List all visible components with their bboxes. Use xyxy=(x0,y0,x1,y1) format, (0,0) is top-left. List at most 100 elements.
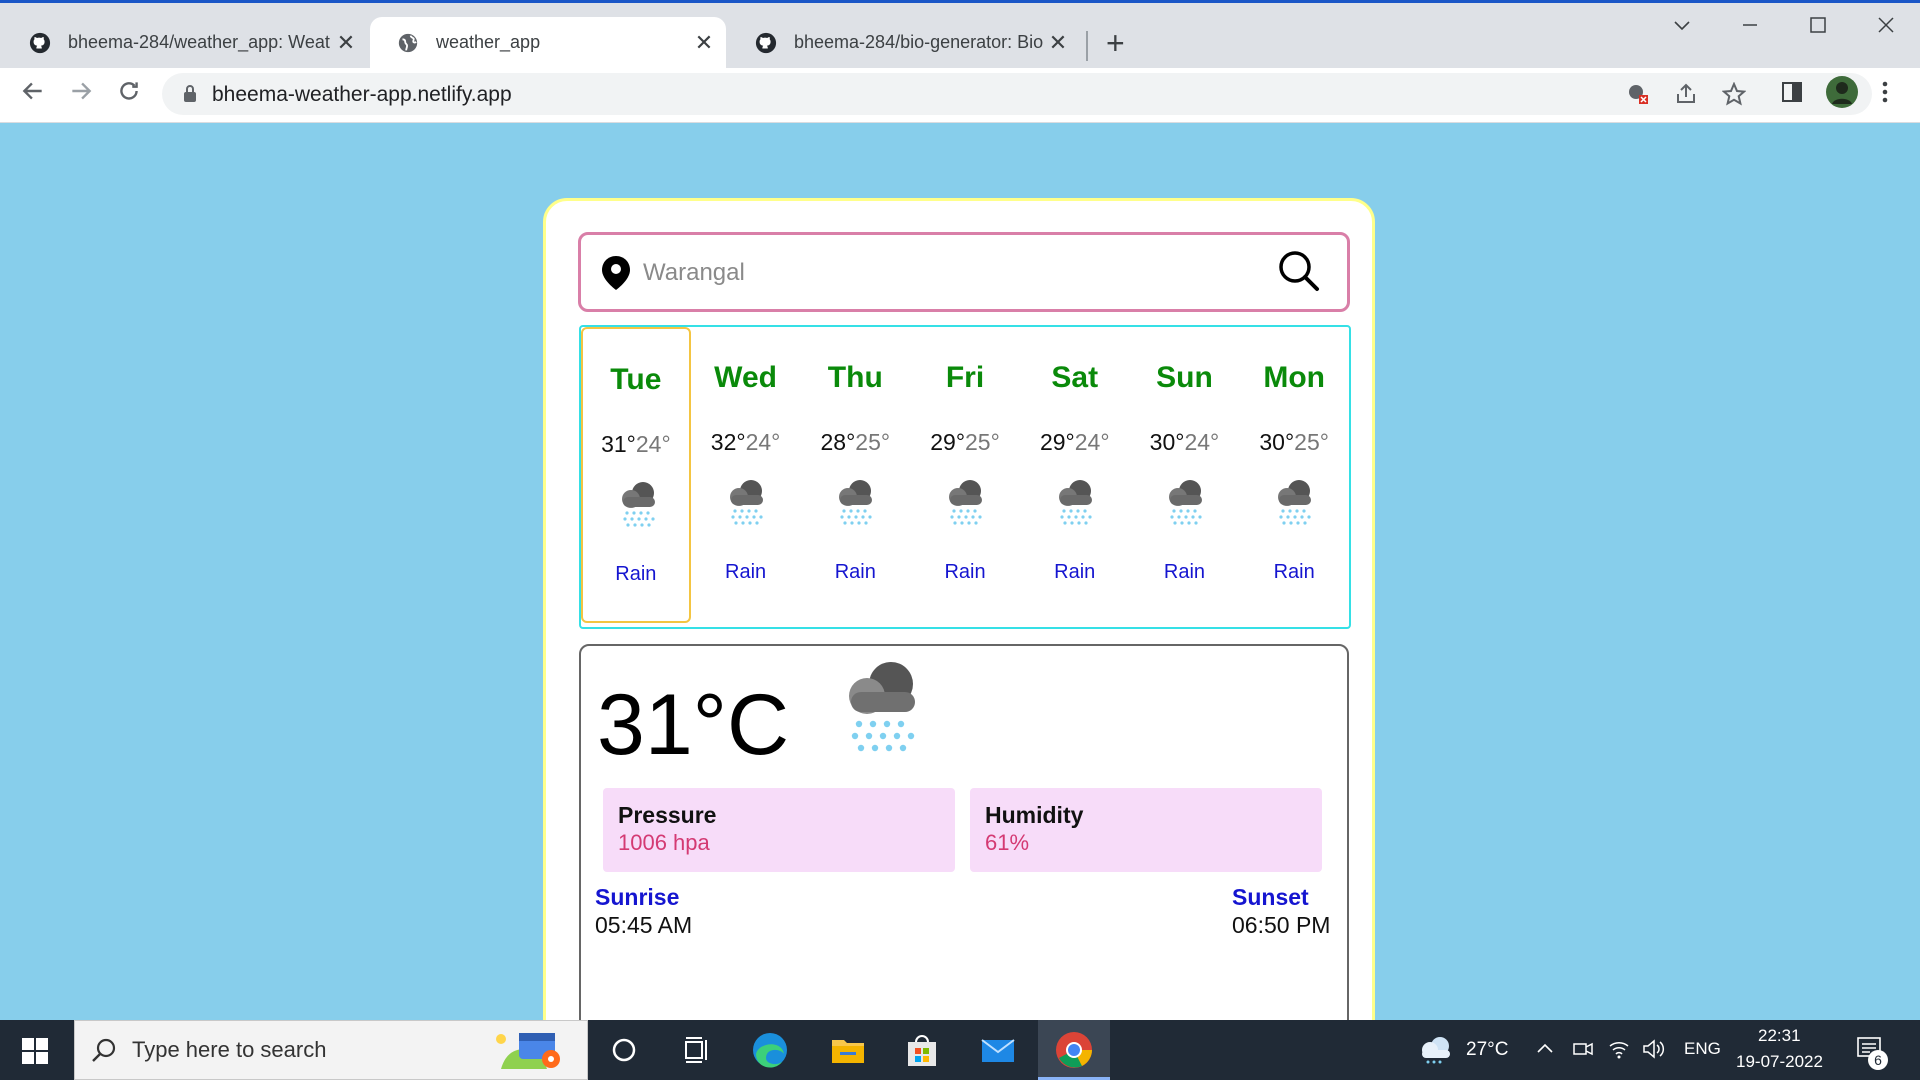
chrome-icon xyxy=(1054,1030,1094,1075)
tray-weather-temp[interactable]: 27°C xyxy=(1466,1039,1508,1061)
browser-toolbar: bheema-weather-app.netlify.app xyxy=(0,68,1920,123)
location-pin-icon xyxy=(601,255,631,296)
window-close-icon[interactable] xyxy=(1876,15,1896,41)
reload-icon[interactable] xyxy=(116,78,142,110)
forecast-day[interactable]: Wed 32°24° Rain xyxy=(691,327,801,623)
new-tab-button[interactable]: + xyxy=(1106,27,1125,59)
rain-cloud-icon xyxy=(942,477,988,530)
edge-icon[interactable] xyxy=(750,1030,790,1070)
volume-icon[interactable] xyxy=(1642,1038,1666,1066)
sunrise-label: Sunrise xyxy=(595,884,680,910)
day-name: Thu xyxy=(827,361,883,394)
side-panel-icon[interactable] xyxy=(1780,80,1804,110)
mail-icon[interactable] xyxy=(978,1030,1018,1070)
tab-bio-generator-repo[interactable]: bheema-284/bio-generator: Bio ✕ xyxy=(728,17,1080,68)
minimize-icon[interactable] xyxy=(1740,15,1760,41)
maximize-icon[interactable] xyxy=(1808,15,1828,41)
search-highlight-icon xyxy=(489,1029,569,1080)
browser-menu-icon[interactable] xyxy=(1880,80,1890,110)
close-icon[interactable]: ✕ xyxy=(1046,30,1070,56)
high-temp: 28° xyxy=(820,429,856,455)
low-temp: 24° xyxy=(1184,429,1220,455)
forecast-day[interactable]: Sun 30°24° Rain xyxy=(1130,327,1240,623)
forecast-day[interactable]: Fri 29°25° Rain xyxy=(910,327,1020,623)
forecast-day[interactable]: Mon 30°25° Rain xyxy=(1239,327,1349,623)
cortana-icon[interactable] xyxy=(604,1030,644,1070)
day-name: Wed xyxy=(714,361,777,394)
humidity-label: Humidity xyxy=(985,802,1084,828)
language-indicator[interactable]: ENG xyxy=(1684,1039,1721,1059)
sunrise-value: 05:45 AM xyxy=(595,912,693,938)
day-condition: Rain xyxy=(1163,561,1206,583)
current-temperature: 31°C xyxy=(597,677,790,773)
windows-start-icon[interactable] xyxy=(22,1038,48,1069)
clock-date[interactable]: 19-07-2022 xyxy=(1736,1052,1823,1072)
tab-weather-app-repo[interactable]: bheema-284/weather_app: Weat ✕ xyxy=(2,17,368,68)
day-name: Sat xyxy=(1051,361,1099,394)
forecast-day[interactable]: Thu 28°25° Rain xyxy=(800,327,910,623)
search-icon[interactable] xyxy=(1277,249,1321,298)
day-condition: Rain xyxy=(944,561,986,583)
day-condition: Rain xyxy=(615,563,657,585)
forecast-day[interactable]: Sat 29°24° Rain xyxy=(1020,327,1130,623)
tab-search-chevron-icon[interactable] xyxy=(1672,15,1692,41)
url-text: bheema-weather-app.netlify.app xyxy=(212,83,512,106)
high-temp: 31° xyxy=(601,431,636,457)
close-icon[interactable]: ✕ xyxy=(692,30,716,56)
store-icon[interactable] xyxy=(902,1030,942,1070)
pressure-box: Pressure 1006 hpa xyxy=(603,788,955,872)
clock-time[interactable]: 22:31 xyxy=(1758,1026,1801,1046)
low-temp: 24° xyxy=(1074,429,1110,455)
file-explorer-icon[interactable] xyxy=(828,1030,868,1070)
taskbar: Type here to search 27°C ENG 22:31 19-07… xyxy=(0,1020,1920,1080)
high-temp: 30° xyxy=(1259,429,1295,455)
close-icon[interactable]: ✕ xyxy=(334,30,358,56)
sunset-value: 06:50 PM xyxy=(1232,912,1331,938)
meet-now-icon[interactable] xyxy=(1572,1038,1594,1066)
pressure-value: 1006 hpa xyxy=(618,830,710,855)
day-temperature: 29°24° xyxy=(1020,429,1130,456)
task-view-icon[interactable] xyxy=(676,1030,716,1070)
chrome-taskbar-button[interactable] xyxy=(1038,1020,1110,1080)
share-icon[interactable] xyxy=(1674,82,1698,111)
humidity-box: Humidity 61% xyxy=(970,788,1322,872)
high-temp: 30° xyxy=(1149,429,1185,455)
taskbar-search-box[interactable]: Type here to search xyxy=(74,1020,588,1080)
day-condition: Rain xyxy=(725,561,767,583)
globe-icon xyxy=(396,31,420,55)
day-name: Mon xyxy=(1263,361,1325,394)
lock-icon[interactable] xyxy=(182,84,198,109)
rain-cloud-icon xyxy=(833,656,929,757)
low-temp: 24° xyxy=(635,431,671,457)
low-temp: 24° xyxy=(745,429,781,455)
day-temperature: 30°24° xyxy=(1130,429,1240,456)
avatar[interactable] xyxy=(1826,76,1858,114)
day-temperature: 30°25° xyxy=(1239,429,1349,456)
search-icon xyxy=(91,1037,117,1068)
forecast-day[interactable]: Tue 31°24° Rain xyxy=(581,327,691,623)
back-arrow-icon[interactable] xyxy=(20,78,46,110)
day-name: Sun xyxy=(1156,361,1213,394)
forward-arrow-icon[interactable] xyxy=(68,78,94,110)
city-search-box xyxy=(578,232,1350,312)
blocked-popup-icon[interactable] xyxy=(1626,82,1650,111)
address-bar[interactable]: bheema-weather-app.netlify.app xyxy=(162,73,1872,115)
weather-tray-icon[interactable] xyxy=(1418,1034,1454,1072)
taskbar-search-placeholder: Type here to search xyxy=(132,1037,327,1062)
day-temperature: 28°25° xyxy=(800,429,910,456)
tab-weather-app[interactable]: weather_app ✕ xyxy=(370,17,726,68)
wifi-icon[interactable] xyxy=(1608,1038,1630,1066)
notification-badge: 6 xyxy=(1868,1050,1888,1070)
rain-cloud-icon xyxy=(1162,477,1208,530)
tab-strip: bheema-284/weather_app: Weat ✕ weather_a… xyxy=(0,3,1920,68)
rain-cloud-icon xyxy=(832,477,878,530)
bookmark-star-icon[interactable] xyxy=(1721,81,1747,111)
tab-title: bheema-284/weather_app: Weat xyxy=(68,32,330,52)
weather-card: Tue 31°24° Rain Wed 32°24° Rain Thu 28°2… xyxy=(543,198,1375,1064)
city-search-input[interactable] xyxy=(641,253,1285,293)
current-weather-panel: 31°C Pressure 1006 hpa Humidity 61% Sunr… xyxy=(579,644,1349,1064)
rain-cloud-icon xyxy=(615,479,661,532)
pressure-label: Pressure xyxy=(618,802,717,828)
rain-cloud-icon xyxy=(1052,477,1098,530)
chevron-up-icon[interactable] xyxy=(1535,1038,1555,1064)
